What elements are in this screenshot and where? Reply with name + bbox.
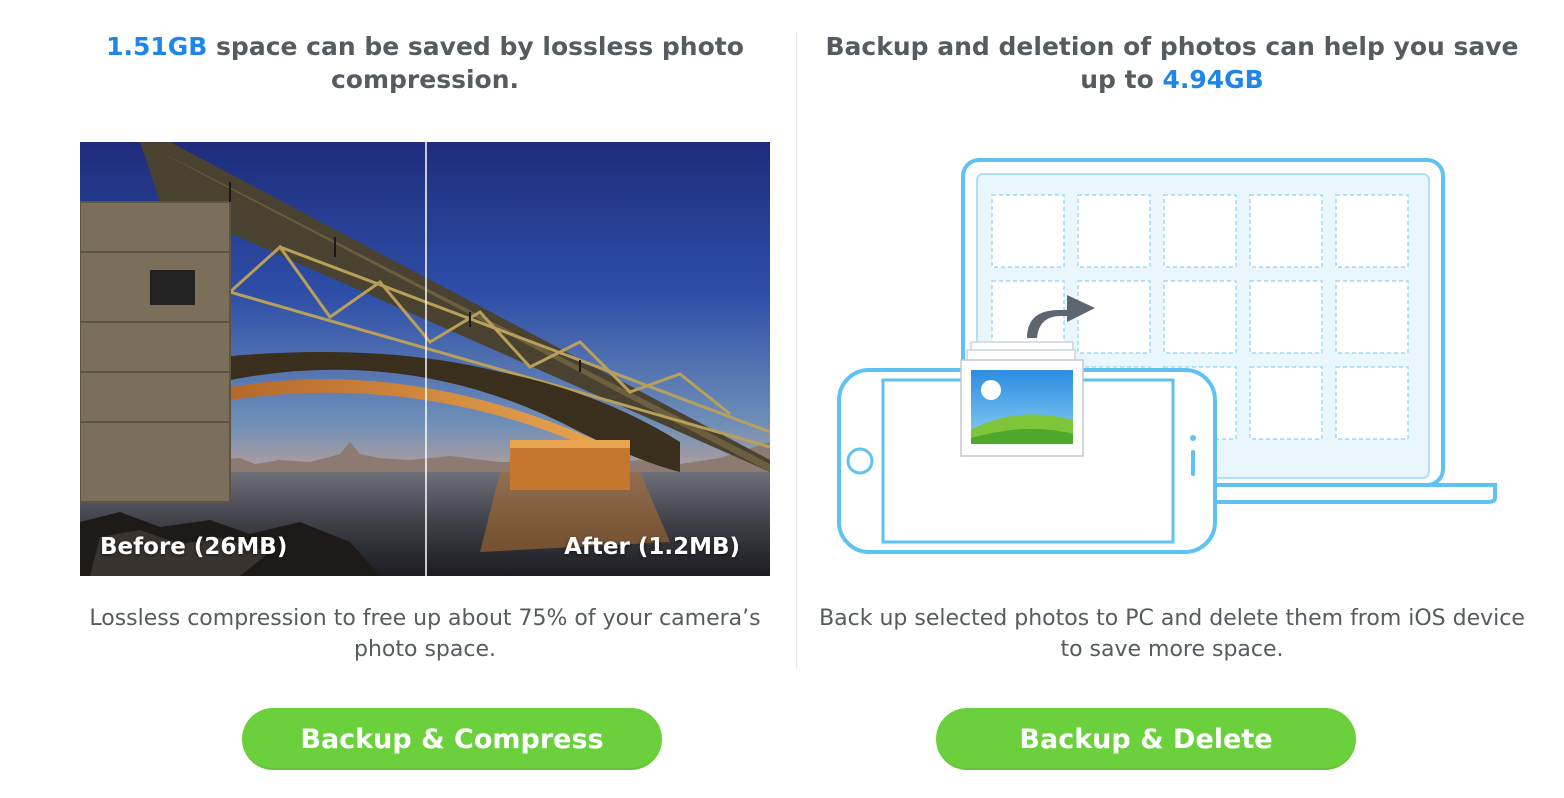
compress-saving-amount: 1.51GB (106, 32, 208, 61)
backup-illustration (837, 158, 1497, 554)
delete-panel: Backup and deletion of photos can help y… (797, 0, 1564, 798)
backup-compress-button[interactable]: Backup & Compress (242, 708, 662, 770)
compress-headline-text: space can be saved by lossless photo com… (207, 32, 744, 94)
compress-panel: 1.51GB space can be saved by lossless ph… (0, 0, 797, 798)
after-size-label: After (1.2MB) (564, 534, 740, 560)
compare-divider-line (425, 126, 427, 592)
backup-delete-button[interactable]: Backup & Delete (936, 708, 1356, 770)
delete-saving-amount: 4.94GB (1162, 65, 1264, 94)
photo-stack-icon (960, 341, 1084, 457)
compress-headline: 1.51GB space can be saved by lossless ph… (60, 30, 790, 96)
delete-description: Back up selected photos to PC and delete… (819, 606, 1525, 662)
before-size-label: Before (26MB) (100, 534, 288, 560)
compress-description: Lossless compression to free up about 75… (89, 606, 761, 662)
delete-headline: Backup and deletion of photos can help y… (817, 30, 1527, 96)
